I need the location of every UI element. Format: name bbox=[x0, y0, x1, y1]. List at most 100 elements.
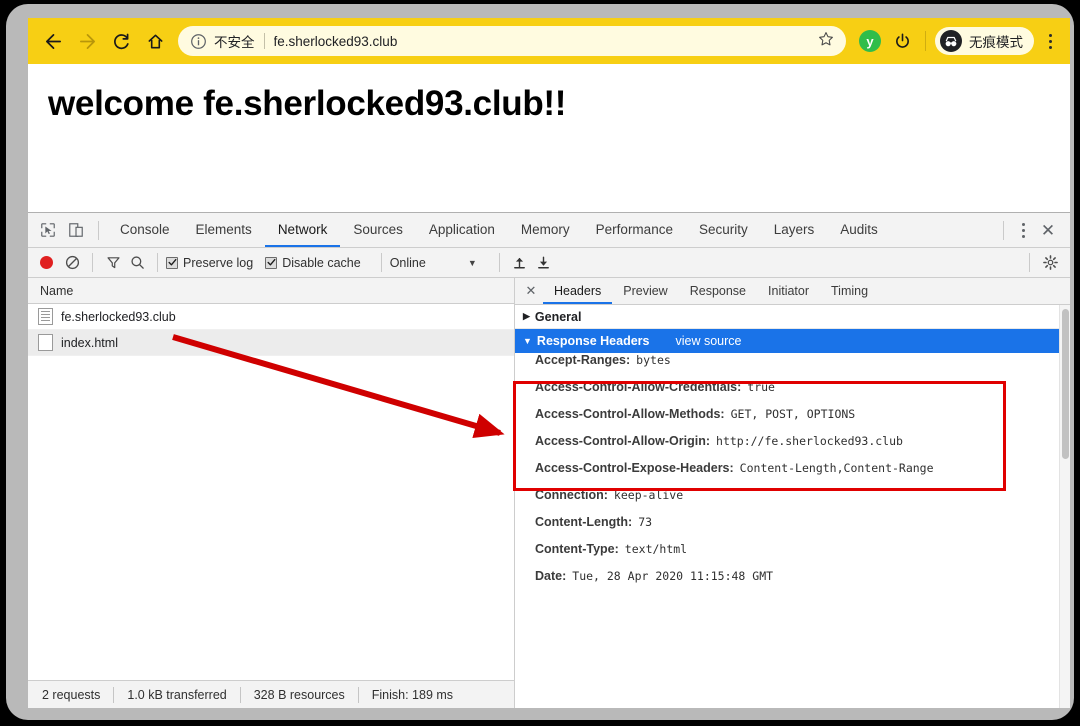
tab-network[interactable]: Network bbox=[265, 213, 341, 247]
section-title: Response Headers bbox=[536, 333, 650, 348]
omnibox[interactable]: 不安全 fe.sherlocked93.club bbox=[178, 26, 846, 56]
throttling-select[interactable]: Online ▼ bbox=[390, 256, 477, 270]
record-button[interactable] bbox=[40, 256, 53, 269]
export-har-icon[interactable] bbox=[532, 252, 556, 274]
chevron-down-icon: ▼ bbox=[523, 335, 532, 346]
preserve-log-checkbox[interactable]: Preserve log bbox=[166, 256, 253, 270]
document-icon bbox=[38, 308, 53, 325]
tab-console[interactable]: Console bbox=[107, 213, 183, 247]
import-har-icon[interactable] bbox=[508, 252, 532, 274]
disable-cache-label: Disable cache bbox=[282, 255, 361, 270]
devtools-menu-button[interactable] bbox=[1012, 222, 1034, 238]
devtools-panel: Console Elements Network Sources Applica… bbox=[28, 212, 1070, 708]
device-toolbar-icon[interactable] bbox=[62, 217, 90, 243]
incognito-indicator[interactable]: 无痕模式 bbox=[935, 27, 1034, 55]
tab-sources[interactable]: Sources bbox=[340, 213, 416, 247]
incognito-label: 无痕模式 bbox=[969, 35, 1023, 50]
tab-headers[interactable]: Headers bbox=[543, 278, 612, 304]
header-value: Tue, 28 Apr 2020 11:15:48 GMT bbox=[572, 569, 774, 583]
header-value: 73 bbox=[638, 515, 653, 529]
browser-menu-button[interactable] bbox=[1038, 33, 1062, 49]
request-name: fe.sherlocked93.club bbox=[61, 309, 176, 324]
tab-preview[interactable]: Preview bbox=[612, 278, 678, 304]
tab-layers[interactable]: Layers bbox=[761, 213, 828, 247]
filter-funnel-icon[interactable] bbox=[101, 252, 125, 274]
net-toolbar-divider-3 bbox=[380, 253, 382, 272]
header-value: true bbox=[747, 380, 775, 394]
net-toolbar-divider-5 bbox=[1029, 253, 1030, 272]
net-toolbar-divider-4 bbox=[498, 253, 500, 272]
tab-security[interactable]: Security bbox=[686, 213, 761, 247]
tab-timing[interactable]: Timing bbox=[820, 278, 879, 304]
tabbar-divider-right bbox=[1003, 220, 1004, 240]
power-icon[interactable] bbox=[888, 27, 916, 55]
tab-response[interactable]: Response bbox=[679, 278, 757, 304]
clear-icon[interactable] bbox=[60, 252, 84, 274]
gear-icon[interactable] bbox=[1038, 252, 1062, 274]
tab-initiator[interactable]: Initiator bbox=[757, 278, 820, 304]
scrollbar-thumb[interactable] bbox=[1062, 309, 1069, 459]
table-row[interactable]: fe.sherlocked93.club bbox=[28, 304, 514, 330]
home-button[interactable] bbox=[138, 24, 172, 58]
page-viewport: welcome fe.sherlocked93.club!! bbox=[28, 64, 1070, 212]
devtools-tabbar: Console Elements Network Sources Applica… bbox=[28, 213, 1070, 248]
toolbar-divider bbox=[925, 31, 926, 51]
back-button[interactable] bbox=[36, 24, 70, 58]
tab-memory[interactable]: Memory bbox=[508, 213, 583, 247]
header-row: Date: Tue, 28 Apr 2020 11:15:48 GMT bbox=[515, 569, 1070, 596]
tab-performance[interactable]: Performance bbox=[583, 213, 686, 247]
status-divider bbox=[113, 686, 115, 703]
tab-audits[interactable]: Audits bbox=[827, 213, 891, 247]
header-row: Content-Type: text/html bbox=[515, 542, 1070, 569]
window-frame: 不安全 fe.sherlocked93.club y 无痕模式 welcome … bbox=[6, 4, 1074, 720]
network-status-bar: 2 requests 1.0 kB transferred 328 B reso… bbox=[28, 680, 514, 708]
net-toolbar-divider-2 bbox=[157, 253, 158, 272]
extension-icon[interactable]: y bbox=[859, 30, 881, 52]
table-row[interactable]: index.html bbox=[28, 330, 514, 356]
forward-button[interactable] bbox=[70, 24, 104, 58]
header-row: Access-Control-Expose-Headers: Content-L… bbox=[515, 461, 1070, 488]
tab-application[interactable]: Application bbox=[416, 213, 508, 247]
view-source-link[interactable]: view source bbox=[675, 334, 741, 348]
throttling-value: Online bbox=[389, 255, 426, 270]
browser-toolbar: 不安全 fe.sherlocked93.club y 无痕模式 bbox=[28, 18, 1070, 64]
page-title: welcome fe.sherlocked93.club!! bbox=[48, 84, 567, 123]
toolbar-right-actions: y 无痕模式 bbox=[854, 27, 1062, 55]
requests-column-header: Name bbox=[28, 278, 514, 304]
header-name: Date: bbox=[535, 569, 567, 583]
chevron-right-icon: ▶ bbox=[523, 311, 530, 321]
column-name: Name bbox=[40, 283, 74, 298]
devtools-close-button[interactable]: ✕ bbox=[1034, 222, 1062, 239]
bookmark-star-icon[interactable] bbox=[808, 31, 834, 51]
header-row: Content-Length: 73 bbox=[515, 515, 1070, 542]
disable-cache-checkbox[interactable]: Disable cache bbox=[265, 256, 361, 270]
section-response-headers[interactable]: ▼ Response Headers view source bbox=[515, 329, 1070, 353]
reload-button[interactable] bbox=[104, 24, 138, 58]
network-settings-wrap bbox=[1021, 252, 1062, 274]
section-general[interactable]: ▶ General bbox=[515, 305, 1070, 329]
request-list-panel: Name fe.sherlocked93.club index.html 2 r… bbox=[28, 278, 515, 708]
section-title: General bbox=[534, 309, 582, 324]
url-text: fe.sherlocked93.club bbox=[273, 33, 398, 49]
header-value: Content-Length,Content-Range bbox=[739, 461, 934, 475]
incognito-icon bbox=[940, 30, 962, 52]
tab-elements[interactable]: Elements bbox=[183, 213, 265, 247]
header-name: Content-Type: bbox=[535, 542, 619, 556]
detail-close-button[interactable]: ✕ bbox=[519, 283, 543, 299]
request-detail-panel: ✕ Headers Preview Response Initiator Tim… bbox=[515, 278, 1070, 708]
header-name: Connection: bbox=[535, 488, 608, 502]
header-name: Access-Control-Allow-Origin: bbox=[535, 434, 711, 448]
status-divider bbox=[357, 686, 359, 703]
site-info-icon[interactable] bbox=[190, 33, 207, 50]
blank-document-icon bbox=[38, 334, 53, 351]
header-name: Access-Control-Allow-Methods: bbox=[535, 407, 725, 421]
screenshot-root: 不安全 fe.sherlocked93.club y 无痕模式 welcome … bbox=[0, 0, 1080, 726]
header-row: Accept-Ranges: bytes bbox=[515, 353, 1070, 380]
header-name: Access-Control-Expose-Headers: bbox=[535, 461, 734, 475]
checkbox-checked-icon bbox=[166, 256, 178, 269]
inspect-element-icon[interactable] bbox=[34, 217, 62, 243]
search-icon[interactable] bbox=[125, 252, 149, 274]
chevron-down-icon: ▼ bbox=[467, 257, 477, 268]
preserve-log-label: Preserve log bbox=[183, 255, 254, 270]
headers-scrollbar[interactable] bbox=[1059, 305, 1070, 708]
